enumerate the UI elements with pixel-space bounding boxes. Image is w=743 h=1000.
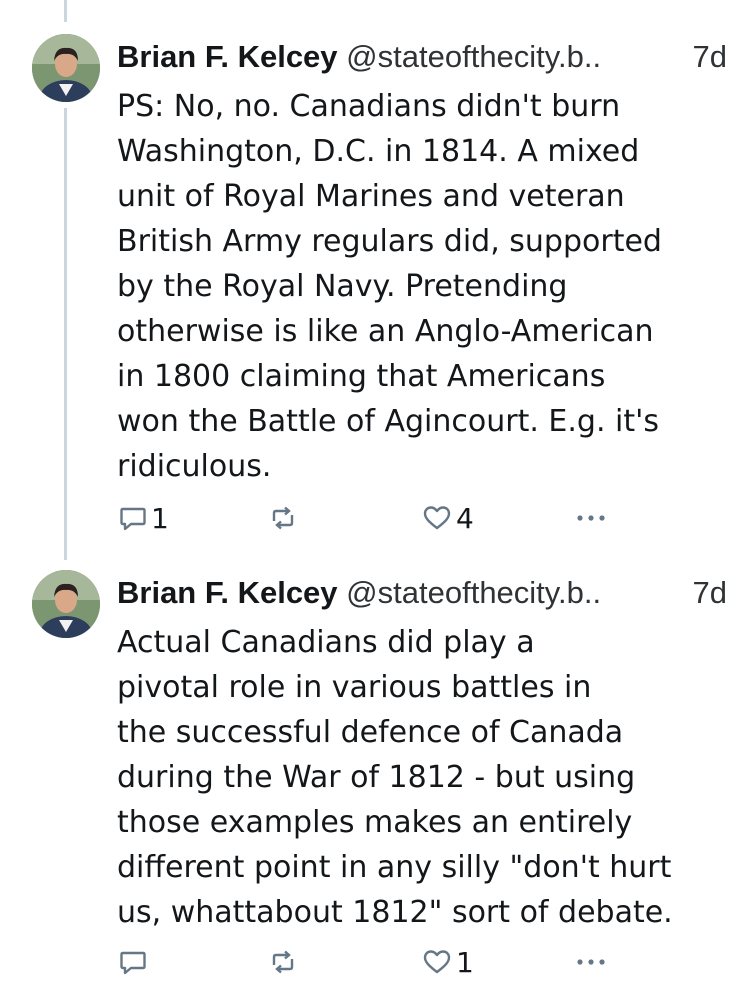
- retweet-icon: [272, 950, 294, 974]
- avatar-image: [32, 34, 100, 102]
- retweet-icon: [272, 506, 294, 530]
- like-button[interactable]: 1: [422, 942, 474, 982]
- like-button[interactable]: 4: [422, 498, 474, 538]
- reply-button[interactable]: [119, 942, 151, 982]
- tweet-header: Brian F. Kelcey @stateofthecity.b.. 7d: [117, 38, 727, 76]
- more-button[interactable]: [575, 498, 607, 538]
- reply-button[interactable]: 1: [119, 498, 169, 538]
- author-name[interactable]: Brian F. Kelcey: [117, 575, 338, 610]
- author-handle[interactable]: @stateofthecity.b..: [346, 575, 601, 610]
- timestamp[interactable]: 7d: [693, 38, 727, 76]
- like-count: 4: [456, 501, 474, 535]
- retweet-button[interactable]: [269, 498, 301, 538]
- retweet-button[interactable]: [269, 942, 301, 982]
- heart-icon: [423, 950, 451, 974]
- author-name[interactable]: Brian F. Kelcey: [117, 39, 338, 74]
- reply-icon: [120, 951, 146, 975]
- more-icon: [577, 959, 605, 965]
- tweet-header: Brian F. Kelcey @stateofthecity.b.. 7d: [117, 574, 727, 612]
- avatar-image: [32, 570, 100, 638]
- avatar[interactable]: [32, 34, 100, 102]
- tweet-text: Actual Canadians did play a pivotal role…: [117, 625, 673, 930]
- more-icon: [577, 515, 605, 521]
- more-button[interactable]: [575, 942, 607, 982]
- timestamp[interactable]: 7d: [693, 574, 727, 612]
- thread-line-top: [64, 0, 67, 22]
- like-count: 1: [456, 945, 474, 979]
- tweet-actions: 1: [117, 942, 717, 982]
- author-handle[interactable]: @stateofthecity.b..: [346, 39, 601, 74]
- reply-count: 1: [151, 501, 169, 535]
- reply-icon: [120, 507, 146, 531]
- tweet-text: PS: No, no. Canadians didn't burn Washin…: [117, 89, 662, 484]
- thread-line: [64, 108, 67, 560]
- avatar[interactable]: [32, 570, 100, 638]
- heart-icon: [423, 506, 451, 530]
- tweet-actions: 1 4: [117, 498, 717, 538]
